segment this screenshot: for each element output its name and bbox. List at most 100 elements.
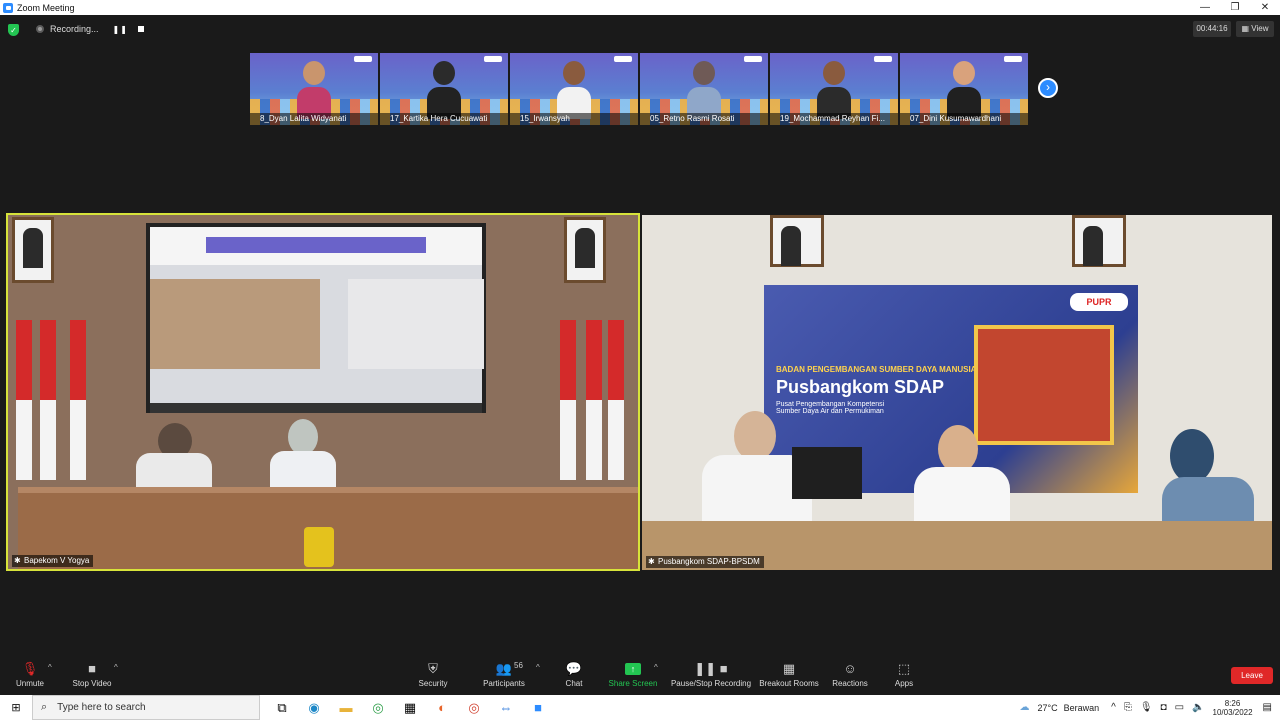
participant-thumbnail[interactable]: 07_Dini Kusumawardhani — [900, 53, 1028, 125]
windows-start-icon[interactable]: ⊞ — [0, 695, 32, 720]
person-body — [136, 453, 212, 489]
participant-thumbnail[interactable]: 15_Irwansyah — [510, 53, 638, 125]
flag — [560, 320, 576, 480]
calendar-app-icon[interactable]: ▦ — [394, 700, 426, 716]
breakout-rooms-button[interactable]: ▦ Breakout Rooms — [759, 659, 819, 693]
video-tile-bapekom[interactable]: Bapekom V Yogya — [6, 213, 640, 571]
participant-thumbnail[interactable]: 8_Dyan Lalita Widyanati — [250, 53, 378, 125]
participant-avatar — [817, 61, 851, 119]
window-titlebar: Zoom Meeting — ❐ ✕ — [0, 0, 1280, 15]
clock-date: 10/03/2022 — [1212, 707, 1253, 717]
share-options-caret-icon[interactable]: ^ — [654, 663, 658, 672]
flag — [70, 320, 86, 480]
stop-video-label: Stop Video — [72, 679, 112, 688]
share-screen-button[interactable]: ↑ Share Screen — [608, 659, 658, 693]
network-icon[interactable]: ▭ — [1175, 702, 1184, 713]
leave-button[interactable]: Leave — [1231, 667, 1273, 684]
record-pause-icon: ❚❚ ■ — [694, 661, 728, 676]
participant-avatar — [687, 61, 721, 119]
monitor — [792, 447, 862, 499]
smile-plus-icon: ☺ — [843, 661, 857, 676]
reactions-button[interactable]: ☺ Reactions — [832, 659, 868, 693]
participants-caret-icon[interactable]: ^ — [536, 663, 540, 672]
minimize-button[interactable]: — — [1190, 0, 1220, 15]
security-button[interactable]: ⛨ Security — [417, 659, 449, 693]
flag — [40, 320, 56, 480]
breakout-rooms-label: Breakout Rooms — [759, 679, 819, 688]
conference-table — [18, 487, 638, 569]
window-title: Zoom Meeting — [17, 2, 75, 13]
share-up-arrow-icon: ↑ — [625, 663, 641, 675]
video-name-label: Bapekom V Yogya — [12, 555, 94, 567]
firefox-icon[interactable]: ◐ — [426, 700, 458, 715]
next-page-button[interactable]: › — [1038, 78, 1058, 98]
participant-thumbnail[interactable]: 05_Retno Rasmi Rosati — [640, 53, 768, 125]
encryption-shield-icon[interactable]: ✓ — [8, 24, 19, 36]
windows-taskbar: ⊞ ⌕ Type here to search ⧉ ◉ ▬ ◎ ▦ ◐ ◎ ⇔ … — [0, 695, 1280, 720]
weather-desc: Berawan — [1063, 702, 1100, 713]
record-dot-icon — [36, 25, 44, 33]
video-options-caret-icon[interactable]: ^ — [114, 663, 118, 672]
close-button[interactable]: ✕ — [1250, 0, 1280, 15]
apps-icon: ⬚ — [897, 661, 911, 676]
portrait-frame — [12, 217, 54, 283]
notifications-icon[interactable]: ▤ — [1263, 702, 1272, 713]
reactions-label: Reactions — [832, 679, 868, 688]
microphone-icon[interactable]: 🎙 — [1140, 702, 1153, 713]
video-name-label: Pusbangkom SDAP-BPSDM — [646, 556, 764, 568]
apps-button[interactable]: ⬚ Apps — [892, 659, 916, 693]
search-placeholder: Type here to search — [57, 702, 146, 713]
thumb-logo — [874, 56, 892, 62]
participant-count: 56 — [514, 661, 523, 670]
camera-icon: ■ — [88, 661, 96, 676]
banner-title: Pusbangkom SDAP — [776, 377, 945, 397]
zoom-taskbar-icon[interactable]: ■ — [522, 700, 554, 715]
participant-thumbnail[interactable]: 19_Mochammad Reyhan Fi... — [770, 53, 898, 125]
taskbar-pinned-apps: ⧉ ◉ ▬ ◎ ▦ ◐ ◎ ⇔ ■ — [266, 700, 554, 716]
person — [288, 419, 318, 455]
participant-avatar — [427, 61, 461, 119]
participants-label: Participants — [483, 679, 525, 688]
pu-logo-icon — [304, 527, 334, 567]
pause-recording-button[interactable]: ❚❚ — [113, 25, 128, 34]
video-tile-pusbangkom[interactable]: PUPR BADAN PENGEMBANGAN SUMBER DAYA MANU… — [642, 215, 1272, 570]
banner-org: BADAN PENGEMBANGAN SUMBER DAYA MANUSIA — [776, 365, 977, 374]
meeting-toolbar: 🎙 Unmute ^ ■ Stop Video ^ ⛨ Security 👥 P… — [0, 655, 1280, 695]
pause-stop-recording-button[interactable]: ❚❚ ■ Pause/Stop Recording — [670, 659, 752, 693]
chrome-icon[interactable]: ◎ — [362, 700, 394, 716]
search-icon: ⌕ — [41, 701, 48, 713]
task-view-icon[interactable]: ⧉ — [266, 700, 298, 716]
view-button-label: View — [1251, 24, 1269, 33]
meeting-topbar: ✓ Recording... ❚❚ 00:44:16 ▦ View — [0, 16, 1280, 42]
security-label: Security — [418, 679, 448, 688]
stop-recording-button[interactable] — [137, 26, 144, 32]
chrome-profile-icon[interactable]: ◎ — [458, 700, 490, 716]
taskbar-search-box[interactable]: ⌕ Type here to search — [32, 695, 260, 720]
participant-name: 8_Dyan Lalita Widyanati — [250, 113, 378, 125]
taskbar-clock[interactable]: 8:26 10/03/2022 — [1213, 699, 1253, 717]
audio-options-caret-icon[interactable]: ^ — [48, 663, 52, 672]
participant-name: 15_Irwansyah — [510, 113, 638, 125]
volume-icon[interactable]: 🔈 — [1192, 702, 1204, 713]
flag — [608, 320, 624, 480]
weather-temp: 27°C — [1037, 702, 1058, 713]
teamviewer-icon[interactable]: ⇔ — [490, 700, 522, 715]
stop-video-button[interactable]: ■ Stop Video — [70, 659, 114, 693]
banner-subtitle: Pusat Pengembangan Kompetensi Sumber Day… — [776, 401, 885, 415]
portrait-frame — [770, 215, 824, 267]
mic-muted-icon: 🎙 — [21, 661, 39, 676]
restore-button[interactable]: ❐ — [1220, 0, 1250, 15]
view-button[interactable]: ▦ View — [1236, 21, 1274, 37]
file-explorer-icon[interactable]: ▬ — [330, 700, 362, 715]
show-hidden-icons-icon[interactable]: ^ — [1111, 702, 1116, 713]
meeting-timer: 00:44:16 — [1193, 21, 1231, 37]
participant-thumbnail[interactable]: 17_Kartika Hera Cucuawati — [380, 53, 508, 125]
flag — [586, 320, 602, 480]
participant-name: 19_Mochammad Reyhan Fi... — [770, 113, 898, 125]
chat-icon: 💬 — [565, 661, 583, 676]
edge-icon[interactable]: ◉ — [298, 700, 330, 716]
usb-icon[interactable]: ⎘ — [1124, 702, 1132, 713]
chat-button[interactable]: 💬 Chat — [562, 659, 586, 693]
camera-tray-icon[interactable]: ◘ — [1161, 702, 1167, 713]
unmute-button[interactable]: 🎙 Unmute — [14, 659, 46, 693]
